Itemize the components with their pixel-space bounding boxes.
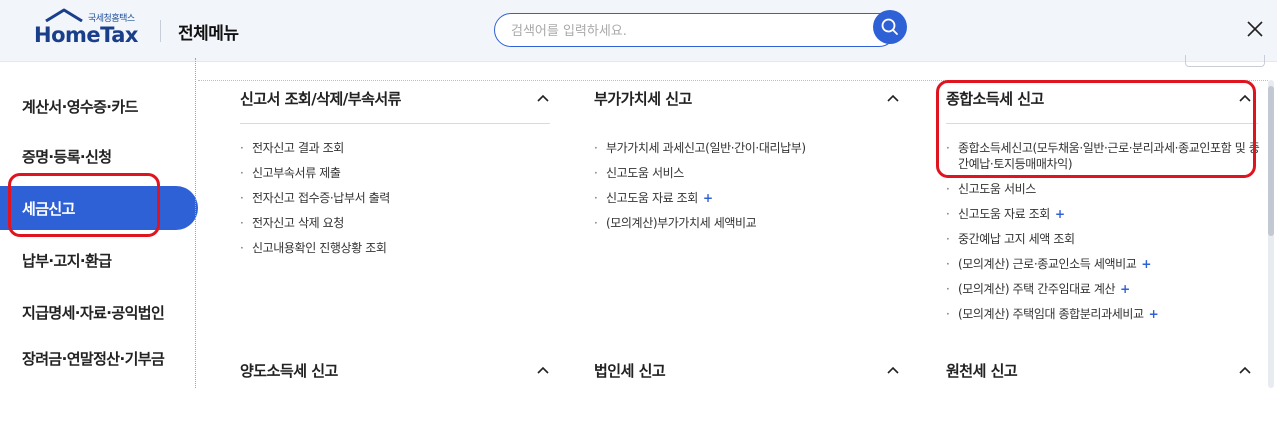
sidebar-item-invoice[interactable]: 계산서·영수증·카드: [0, 84, 198, 128]
menu-link[interactable]: 신고내용확인 진행상황 조회: [240, 240, 560, 256]
sidebar-item-label: 장려금·연말정산·기부금: [22, 350, 165, 368]
chevron-up-icon: [887, 366, 899, 374]
expand-plus-icon[interactable]: +: [1055, 207, 1065, 221]
chevron-up-icon: [887, 94, 899, 102]
house-roof-icon: [45, 8, 83, 22]
section-header-capital-gains[interactable]: 양도소득세 신고: [240, 360, 552, 384]
sidebar-item-label: 납부·고지·환급: [22, 252, 112, 270]
sidebar-item-label: 증명·등록·신청: [22, 148, 112, 166]
expand-plus-icon[interactable]: +: [1120, 282, 1130, 296]
sidebar-item-label: 계산서·영수증·카드: [22, 98, 138, 116]
scrollbar-thumb[interactable]: [1268, 86, 1274, 236]
expand-plus-icon[interactable]: +: [703, 191, 713, 205]
menu-link[interactable]: 전자신고 삭제 요청: [240, 215, 560, 231]
menu-link[interactable]: (모의계산)부가가치세 세액비교: [594, 215, 914, 231]
sidebar-item-label: 지급명세·자료·공익법인: [22, 304, 165, 322]
section-header-withholding-tax[interactable]: 원천세 신고: [946, 360, 1258, 384]
sidebar-item-incentive[interactable]: 장려금·연말정산·기부금: [0, 336, 198, 380]
section-title: 신고서 조회/삭제/부속서류: [240, 90, 401, 108]
highlight-box-income-tax: [936, 80, 1256, 178]
menu-link[interactable]: 신고도움 서비스: [594, 165, 914, 181]
search-icon: [881, 18, 898, 35]
menu-link[interactable]: (모의계산) 근로·종교인소득 세액비교+: [946, 256, 1266, 272]
section-divider: [240, 123, 550, 124]
chevron-up-icon: [537, 94, 549, 102]
section-title: 원천세 신고: [946, 362, 1018, 380]
logo-text: HomeTax: [34, 23, 138, 47]
menu-link[interactable]: 신고도움 자료 조회+: [594, 190, 914, 206]
menu-link[interactable]: (모의계산) 주택임대 종합분리과세비교+: [946, 306, 1266, 322]
menu-link[interactable]: 신고도움 자료 조회+: [946, 206, 1266, 222]
chevron-up-icon: [1239, 366, 1251, 374]
menu-link[interactable]: 전자신고 결과 조회: [240, 140, 560, 156]
highlight-box-sidebar: [8, 173, 160, 237]
menu-link[interactable]: 전자신고 접수증·납부서 출력: [240, 190, 560, 206]
section-header[interactable]: 신고서 조회/삭제/부속서류: [240, 88, 552, 116]
menu-link[interactable]: 중간예납 고지 세액 조회: [946, 231, 1266, 247]
search-input[interactable]: [511, 21, 851, 41]
menu-link[interactable]: (모의계산) 주택 간주임대료 계산+: [946, 281, 1266, 297]
link-list: 부가가치세 과세신고(일반·간이·대리납부) 신고도움 서비스 신고도움 자료 …: [594, 140, 914, 240]
menu-link[interactable]: 부가가치세 과세신고(일반·간이·대리납부): [594, 140, 914, 156]
header: 국세청홈택스 HomeTax 전체메뉴: [0, 0, 1277, 62]
section-header[interactable]: 부가가치세 신고: [594, 88, 906, 116]
section-header-corporate-tax[interactable]: 법인세 신고: [594, 360, 906, 384]
full-menu-page: 국세청홈택스 HomeTax 전체메뉴 계산서·영수증·카드 증명·등록·: [0, 0, 1277, 434]
section-title: 부가가치세 신고: [594, 90, 692, 108]
link-list: 전자신고 결과 조회 신고부속서류 제출 전자신고 접수증·납부서 출력 전자신…: [240, 140, 560, 265]
search-box: [494, 13, 896, 47]
sidebar-item-payment-statement[interactable]: 지급명세·자료·공익법인: [0, 290, 198, 334]
hometax-logo[interactable]: 국세청홈택스 HomeTax: [34, 8, 142, 52]
sidebar-item-payment[interactable]: 납부·고지·환급: [0, 238, 198, 282]
expand-plus-icon[interactable]: +: [1141, 257, 1151, 271]
sidebar-item-certificate[interactable]: 증명·등록·신청: [0, 134, 198, 178]
close-icon: [1247, 21, 1263, 37]
close-button[interactable]: [1244, 18, 1266, 40]
section-title: 법인세 신고: [594, 362, 666, 380]
section-title: 양도소득세 신고: [240, 362, 338, 380]
top-right-button-edge: [1185, 55, 1265, 67]
menu-link[interactable]: 신고부속서류 제출: [240, 165, 560, 181]
header-divider: [160, 20, 161, 42]
menu-link[interactable]: 신고도움 서비스: [946, 181, 1266, 197]
expand-plus-icon[interactable]: +: [1149, 307, 1159, 321]
search-button[interactable]: [873, 10, 907, 44]
sidebar-divider: [195, 58, 197, 388]
page-title: 전체메뉴: [178, 24, 239, 44]
chevron-up-icon: [537, 366, 549, 374]
